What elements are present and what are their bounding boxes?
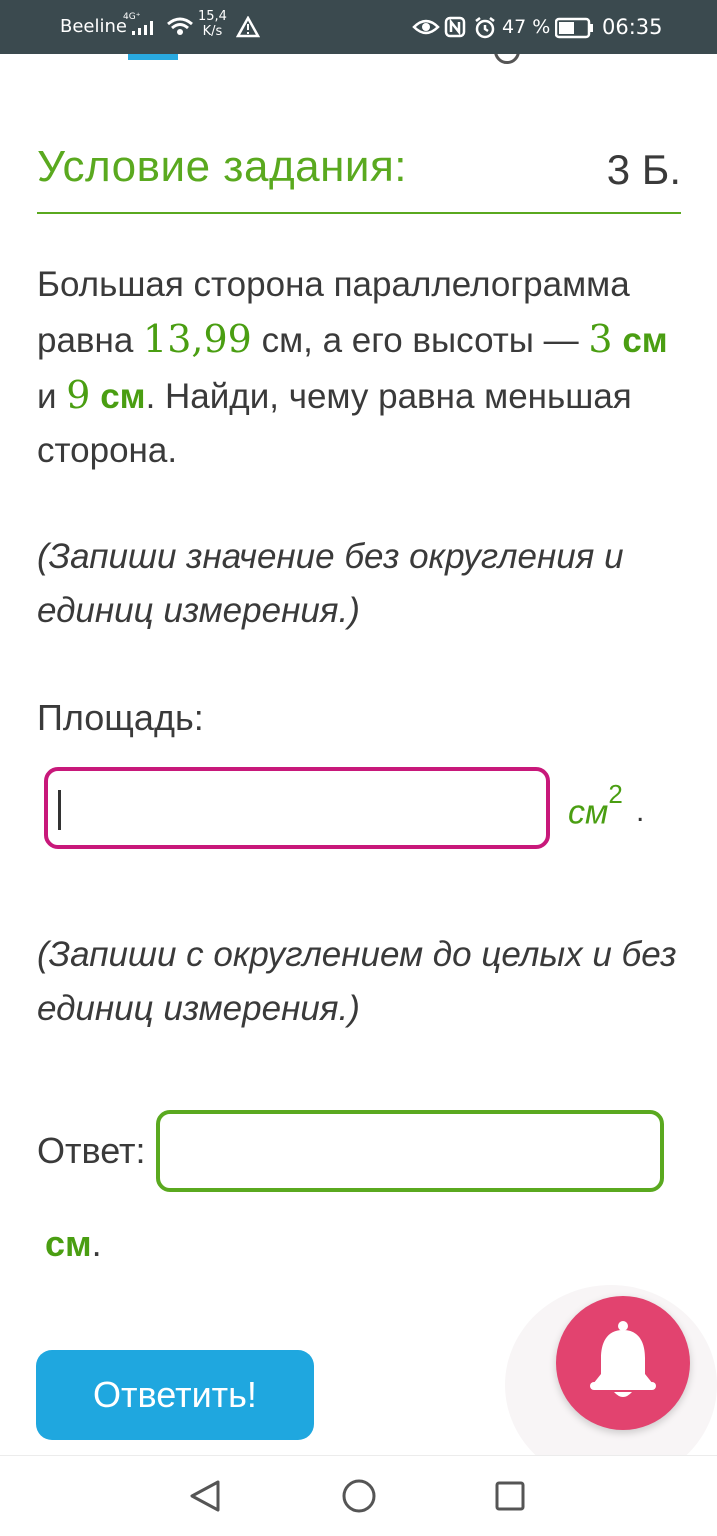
answer-input[interactable] xyxy=(156,1110,664,1192)
text-cursor xyxy=(58,790,61,830)
back-icon[interactable] xyxy=(188,1478,224,1519)
problem-statement: Большая сторона параллелограмма равна 13… xyxy=(37,258,687,478)
area-label: Площадь: xyxy=(37,697,204,738)
network-speed: 15,4 K/s xyxy=(198,9,227,39)
height-2-unit: см xyxy=(90,377,146,416)
battery-percent: 47 % xyxy=(502,16,551,38)
recent-apps-icon[interactable] xyxy=(494,1480,526,1517)
area-unit-power: 2 xyxy=(608,779,623,809)
task-points: 3 Б. xyxy=(606,146,681,193)
height-1-unit: см xyxy=(612,321,668,360)
hint-answer-format: (Запиши с округлением до целых и без еди… xyxy=(37,935,677,1028)
area-unit-text: см xyxy=(568,793,609,832)
answer-unit-text: см xyxy=(45,1223,92,1264)
problem-text-part: и xyxy=(37,377,67,416)
signal-icon xyxy=(130,18,160,40)
title-divider xyxy=(37,212,681,214)
answer-label: Ответ: xyxy=(37,1130,146,1171)
notifications-button[interactable] xyxy=(556,1296,690,1430)
warning-icon xyxy=(235,15,261,42)
network-speed-value: 15,4 xyxy=(198,9,227,24)
network-speed-unit: K/s xyxy=(202,24,223,39)
timer-icon xyxy=(494,54,520,64)
answer-unit-dot: . xyxy=(91,1223,102,1264)
carrier-name: Beeline xyxy=(60,16,127,37)
wifi-icon xyxy=(166,16,194,42)
screen: Beeline 4G⁺ 15,4 K/s 47 % 06:35 Условие … xyxy=(0,0,717,1536)
side-value: 13,99 xyxy=(143,317,252,361)
task-title: Условие задания: xyxy=(37,142,408,191)
battery-icon xyxy=(554,17,595,43)
answer-unit: см. xyxy=(45,1223,102,1265)
area-unit-dot: . xyxy=(636,795,645,828)
scrolled-toolbar-remnant xyxy=(0,54,717,64)
hint-area-format: (Запиши значение без округления и единиц… xyxy=(37,537,624,630)
area-input[interactable] xyxy=(44,767,550,849)
area-unit: см2 xyxy=(568,779,623,832)
clock-time: 06:35 xyxy=(602,15,663,39)
system-nav-bar xyxy=(0,1455,717,1536)
problem-text-part: см, а его высоты — xyxy=(251,321,589,360)
height-1-value: 3 xyxy=(588,317,613,361)
status-bar: Beeline 4G⁺ 15,4 K/s 47 % 06:35 xyxy=(0,0,717,54)
progress-marker xyxy=(128,54,178,60)
nfc-icon xyxy=(444,16,466,42)
height-2-value: 9 xyxy=(66,373,91,417)
bell-icon xyxy=(590,1321,656,1397)
home-icon[interactable] xyxy=(341,1478,377,1519)
eye-icon xyxy=(412,17,440,41)
alarm-icon xyxy=(473,16,497,44)
submit-answer-button[interactable]: Ответить! xyxy=(36,1350,314,1440)
